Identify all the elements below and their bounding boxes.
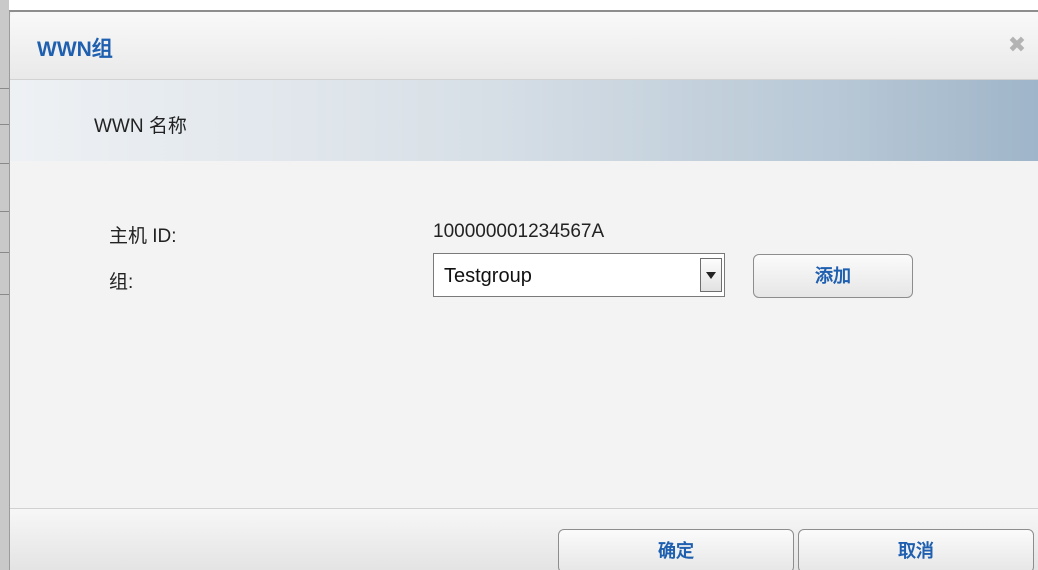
page: WWN组 ✖ WWN 名称 主机 ID: 100000001234567A 组:… bbox=[0, 0, 1038, 570]
chevron-down-icon bbox=[706, 272, 716, 279]
group-label: 组: bbox=[109, 272, 134, 293]
section-title: WWN 名称 bbox=[94, 116, 187, 137]
backdrop-tick bbox=[0, 124, 9, 125]
backdrop-tick bbox=[0, 294, 9, 295]
host-id-label: 主机 ID: bbox=[109, 226, 177, 247]
host-id-value: 100000001234567A bbox=[433, 221, 605, 242]
section-header: WWN 名称 bbox=[10, 80, 1038, 161]
backdrop-tick bbox=[0, 211, 9, 212]
backdrop-tick bbox=[0, 88, 9, 89]
dialog-titlebar: WWN组 ✖ bbox=[10, 12, 1038, 80]
dropdown-arrow-button[interactable] bbox=[700, 258, 722, 292]
add-button[interactable]: 添加 bbox=[753, 254, 913, 298]
backdrop-tick bbox=[0, 163, 9, 164]
dialog-body: 主机 ID: 100000001234567A 组: Testgroup 添加 bbox=[10, 161, 1038, 508]
wwn-group-dialog: WWN组 ✖ WWN 名称 主机 ID: 100000001234567A 组:… bbox=[9, 10, 1038, 570]
dialog-title: WWN组 bbox=[37, 38, 113, 61]
group-select[interactable]: Testgroup bbox=[433, 253, 725, 297]
group-select-value: Testgroup bbox=[444, 265, 532, 287]
dialog-footer: 确定 取消 bbox=[10, 508, 1038, 570]
ok-button[interactable]: 确定 bbox=[558, 529, 794, 570]
cancel-button[interactable]: 取消 bbox=[798, 529, 1034, 570]
backdrop-strip bbox=[0, 0, 9, 570]
close-icon[interactable]: ✖ bbox=[1006, 34, 1028, 56]
backdrop-tick bbox=[0, 252, 9, 253]
